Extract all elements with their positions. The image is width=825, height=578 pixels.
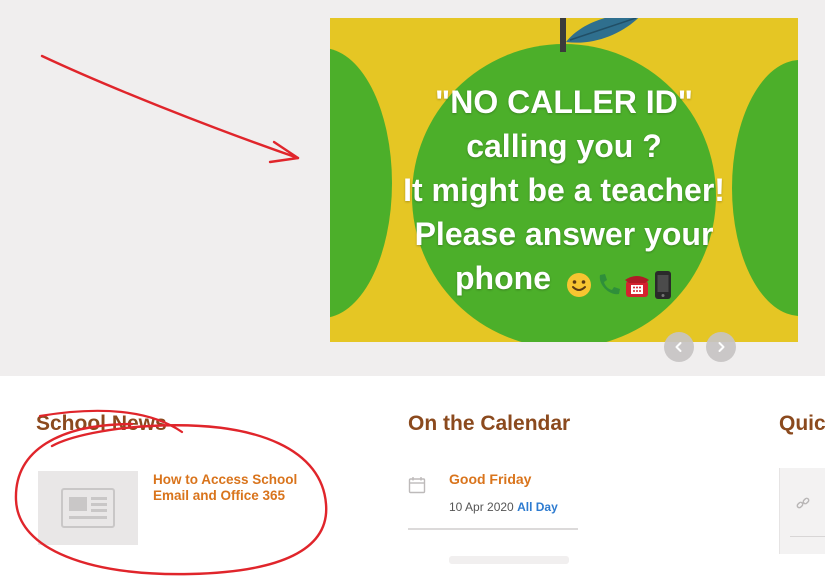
chevron-right-icon <box>718 342 725 352</box>
emoji-row <box>563 260 673 304</box>
slide-line-last: phone <box>330 256 798 304</box>
carousel-next-button[interactable] <box>706 332 736 362</box>
mobile-phone-emoji <box>654 270 671 299</box>
quick-link-divider <box>790 536 825 537</box>
quick-links-title: Quic <box>779 412 825 435</box>
annotation-circle <box>14 409 328 576</box>
calendar-divider <box>408 528 578 530</box>
slide-line: calling you ? <box>466 128 662 164</box>
telephone-emoji <box>624 275 649 297</box>
slide-line: Please answer your <box>414 216 714 252</box>
event-date-text: 10 Apr 2020 <box>449 500 514 514</box>
calendar-icon <box>408 477 426 494</box>
smiling-face-emoji <box>566 272 591 297</box>
calendar-title: On the Calendar <box>408 412 571 435</box>
chevron-left-icon <box>675 342 682 352</box>
annotation-arrow <box>40 54 300 164</box>
next-event-placeholder <box>449 556 569 564</box>
event-all-day: All Day <box>517 500 558 514</box>
slide-line: It might be a teacher! <box>403 172 725 208</box>
carousel-prev-button[interactable] <box>664 332 694 362</box>
quick-link-card[interactable] <box>779 468 825 554</box>
slide-line: phone <box>455 260 551 296</box>
event-date: 10 Apr 2020 All Day <box>449 500 558 514</box>
carousel-slide[interactable]: "NO CALLER ID" calling you ? It might be… <box>330 18 798 342</box>
slide-line: "NO CALLER ID" <box>435 84 693 120</box>
link-icon <box>796 497 810 509</box>
event-title-link[interactable]: Good Friday <box>449 471 531 487</box>
slide-message: "NO CALLER ID" calling you ? It might be… <box>330 80 798 304</box>
telephone-receiver-emoji <box>599 273 620 294</box>
